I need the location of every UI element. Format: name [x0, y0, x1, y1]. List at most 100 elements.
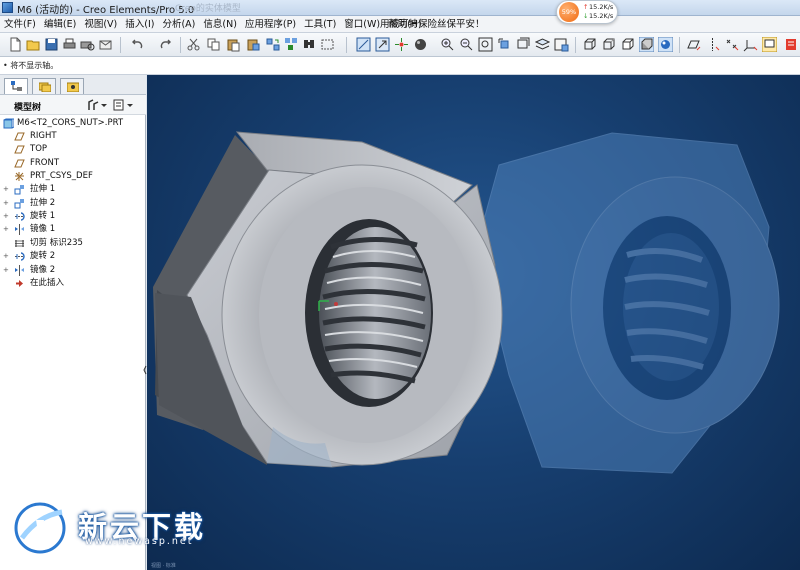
expand-plus-icon[interactable]: +: [3, 266, 10, 274]
upload-speed: ↑15.2K/s: [583, 3, 614, 11]
undo-icon[interactable]: [130, 37, 145, 52]
window-title: M6 (活动的) - Creo Elements/Pro 5.0: [17, 5, 195, 16]
tree-item[interactable]: + 拉伸 2: [3, 197, 143, 210]
new-file-icon[interactable]: [8, 37, 23, 52]
find-icon[interactable]: [302, 37, 317, 52]
toolbar-overflow-icon[interactable]: [784, 37, 799, 52]
tree-item-label: 拉伸 2: [30, 197, 56, 208]
menu-bar: 文件(F) 编辑(E) 视图(V) 插入(I) 分析(A) 信息(N) 应用程序(P) 工具(…: [0, 16, 800, 33]
tree-item[interactable]: 切剪 标识235: [3, 237, 143, 250]
expand-plus-icon[interactable]: +: [3, 226, 10, 233]
expand-plus-icon[interactable]: +: [3, 213, 10, 220]
expand-plus-icon[interactable]: +: [3, 186, 10, 193]
save-icon[interactable]: [44, 37, 59, 52]
print-preview-icon[interactable]: [80, 37, 95, 52]
sphere-display-icon[interactable]: [413, 37, 428, 52]
zoom-out-icon[interactable]: [459, 37, 474, 52]
expand-plus-icon[interactable]: +: [3, 199, 10, 207]
network-percent-badge: 59%: [559, 2, 579, 22]
tree-show-button[interactable]: [112, 98, 134, 112]
zoom-in-icon[interactable]: [440, 37, 455, 52]
datum-axes-display-icon[interactable]: [705, 37, 720, 52]
csys-icon: [14, 171, 25, 182]
tree-item[interactable]: PRT_CSYS_DEF: [3, 170, 143, 183]
tree-item[interactable]: + 拉伸 1: [3, 183, 143, 196]
view-status-text: 视图 · 标准: [151, 563, 176, 569]
favorites-folder-icon: [67, 82, 79, 92]
menu-view[interactable]: 视图(V): [80, 16, 121, 33]
print-icon[interactable]: [62, 37, 77, 52]
tree-item-label: 切剪 标识235: [30, 237, 83, 248]
tree-item[interactable]: + 镜像 1: [3, 223, 143, 236]
menu-analysis[interactable]: 分析(A): [158, 16, 199, 33]
solid-nut: [153, 131, 503, 468]
network-speed-widget[interactable]: 59% ↑15.2K/s ↓15.2K/s: [556, 0, 618, 24]
message-area: • 将不显示轴。: [0, 57, 800, 75]
repaint-icon[interactable]: [356, 37, 371, 52]
tree-item[interactable]: TOP: [3, 143, 143, 156]
spin-center-icon[interactable]: [394, 37, 409, 52]
selection-box-icon[interactable]: [320, 37, 335, 52]
toolbar-separator: [180, 37, 181, 53]
tab-favorites[interactable]: [60, 78, 84, 94]
copy-icon[interactable]: [206, 37, 221, 52]
expand-plus-icon[interactable]: +: [3, 253, 10, 260]
mirror-icon: [14, 264, 25, 276]
cut-icon[interactable]: [186, 37, 201, 52]
csys-display-icon[interactable]: [743, 37, 758, 52]
regenerate-icon[interactable]: [266, 37, 281, 52]
redo-icon[interactable]: [158, 37, 173, 52]
part-icon: [3, 118, 14, 129]
tree-settings-button[interactable]: [86, 98, 108, 112]
tree-item-label: RIGHT: [30, 131, 57, 141]
tree-item[interactable]: + 旋转 2: [3, 250, 143, 263]
datum-plane-icon: [14, 144, 25, 155]
annotation-display-icon[interactable]: [762, 37, 777, 52]
shading-icon[interactable]: [639, 37, 654, 52]
navigator-tabs: [0, 75, 146, 95]
menu-window[interactable]: 窗口(W): [340, 16, 384, 33]
email-icon[interactable]: [98, 37, 113, 52]
enhanced-realism-icon[interactable]: [658, 37, 673, 52]
saved-views-icon[interactable]: [516, 37, 531, 52]
menu-info[interactable]: 信息(N): [199, 16, 241, 33]
model-view: [153, 131, 780, 474]
datum-points-display-icon[interactable]: [724, 37, 739, 52]
title-bar: M6 (活动的) - Creo Elements/Pro 5.0 Creo的实体…: [0, 0, 800, 16]
extrude-icon: [14, 184, 25, 195]
layers-icon[interactable]: [535, 37, 550, 52]
datum-planes-display-icon[interactable]: [686, 37, 701, 52]
tree-item[interactable]: + 旋转 1: [3, 210, 143, 223]
toolbar-separator: [679, 37, 680, 53]
refit-icon[interactable]: [478, 37, 493, 52]
tab-folder-browser[interactable]: [32, 78, 56, 94]
menu-applications[interactable]: 应用程序(P): [241, 16, 300, 33]
paste-icon[interactable]: [226, 37, 241, 52]
transparent-nut: [476, 132, 780, 474]
menu-tools[interactable]: 工具(T): [300, 16, 340, 33]
tree-root[interactable]: M6<T2_CORS_NUT>.PRT: [3, 117, 143, 130]
extrude-icon: [14, 198, 25, 209]
download-speed: ↓15.2K/s: [583, 12, 614, 20]
model-tree-toolbar: 模型树: [0, 95, 146, 115]
open-folder-icon[interactable]: [26, 37, 41, 52]
wireframe-icon[interactable]: [582, 37, 597, 52]
tree-item-label: PRT_CSYS_DEF: [30, 171, 93, 182]
view-manager-icon[interactable]: [554, 37, 569, 52]
menu-insert[interactable]: 插入(I): [121, 16, 158, 33]
menu-file[interactable]: 文件(F): [0, 16, 40, 33]
tree-item-label: TOP: [30, 144, 48, 155]
tree-item[interactable]: 在此插入: [3, 277, 143, 290]
menu-edit[interactable]: 编辑(E): [40, 16, 80, 33]
tab-model-tree[interactable]: [4, 78, 28, 94]
paste-special-icon[interactable]: [246, 37, 261, 52]
graphics-window[interactable]: 视图 · 标准: [147, 75, 800, 570]
orient-mode-icon[interactable]: [375, 37, 390, 52]
hidden-line-icon[interactable]: [601, 37, 616, 52]
no-hidden-icon[interactable]: [620, 37, 635, 52]
tree-item[interactable]: FRONT: [3, 157, 143, 170]
reorient-icon[interactable]: [497, 37, 512, 52]
tree-item[interactable]: + 镜像 2: [3, 264, 143, 277]
tree-item[interactable]: RIGHT: [3, 130, 143, 143]
regen-manager-icon[interactable]: [284, 37, 299, 52]
